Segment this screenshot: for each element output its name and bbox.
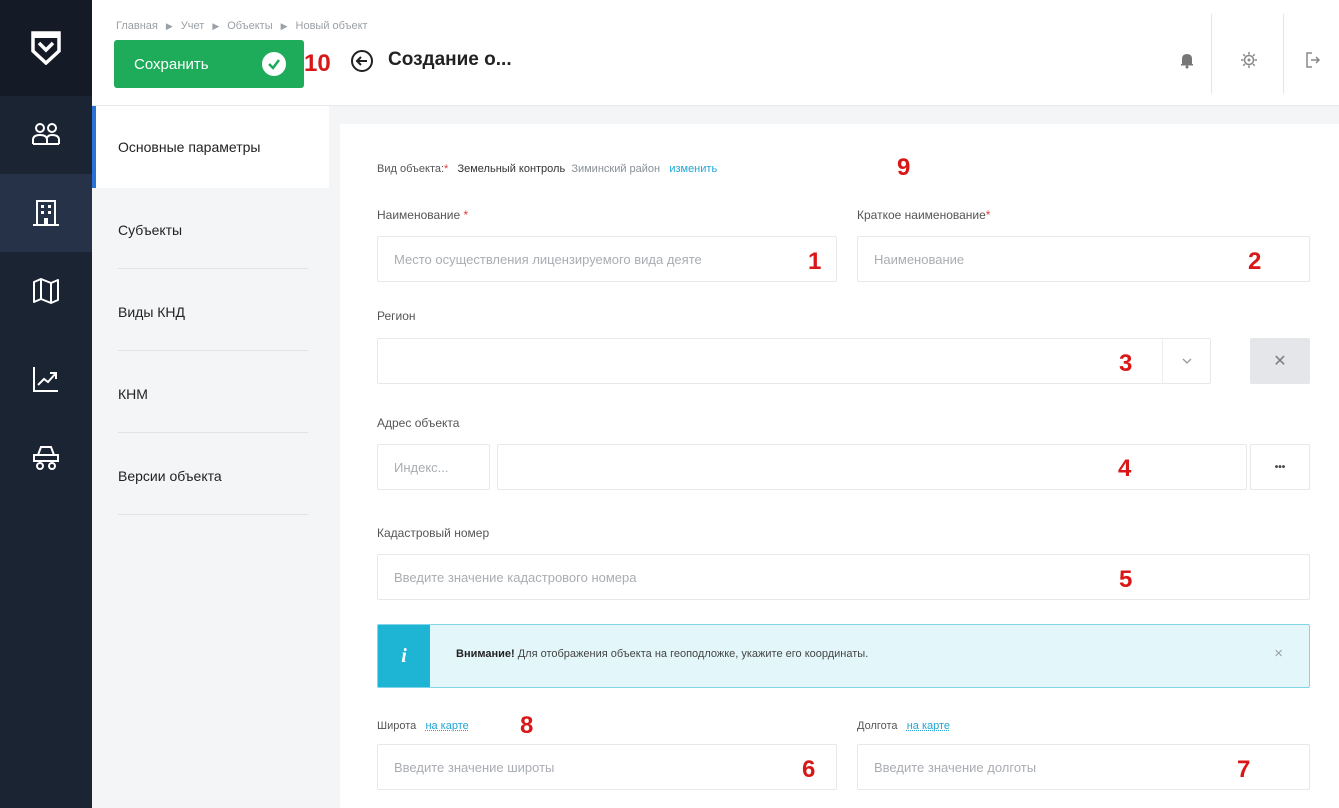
save-button[interactable]: Сохранить: [114, 40, 304, 88]
main-sidebar: [0, 0, 92, 808]
change-object-type-link[interactable]: изменить: [669, 163, 717, 175]
coordinates-alert: i Внимание! Для отображения объекта на г…: [377, 624, 1310, 688]
map-icon: [31, 276, 61, 306]
nav-objects[interactable]: [0, 174, 92, 252]
more-icon: •••: [1275, 462, 1286, 473]
annotation-5: 5: [1119, 568, 1132, 592]
breadcrumb-separator-icon: ▶: [212, 21, 219, 32]
name-label: Наименование *: [377, 208, 468, 222]
info-icon: i: [378, 625, 430, 687]
latitude-field[interactable]: [377, 744, 837, 790]
breadcrumb-objects[interactable]: Объекты: [227, 20, 272, 32]
longitude-label-row: Долгота на карте: [857, 720, 950, 732]
section-tab-knd-types[interactable]: Виды КНД: [92, 271, 329, 353]
breadcrumb-accounting[interactable]: Учет: [181, 20, 205, 32]
required-mark: *: [986, 208, 991, 222]
cadastral-field[interactable]: [377, 554, 1310, 600]
nav-transport[interactable]: [0, 418, 92, 496]
alert-body: Для отображения объекта на геоподложке, …: [515, 648, 869, 660]
annotation-9: 9: [897, 156, 910, 180]
page-title: Создание о...: [388, 49, 512, 71]
postal-index-field[interactable]: [377, 444, 490, 490]
address-field[interactable]: [497, 444, 1247, 490]
settings-icon: [1240, 51, 1258, 69]
short-name-label: Краткое наименование*: [857, 208, 990, 222]
chart-icon: [31, 364, 61, 394]
longitude-map-link[interactable]: на карте: [907, 720, 950, 732]
section-nav: Основные параметры Субъекты Виды КНД КНМ…: [92, 106, 329, 808]
check-icon: [262, 52, 286, 76]
address-label: Адрес объекта: [377, 416, 459, 430]
required-mark: *: [444, 163, 448, 175]
building-icon: [31, 198, 61, 228]
nav-map[interactable]: [0, 252, 92, 330]
nav-analytics[interactable]: [0, 340, 92, 418]
section-tab-subjects[interactable]: Субъекты: [92, 189, 329, 271]
nav-subjects[interactable]: [0, 96, 92, 174]
address-input[interactable]: [498, 445, 1246, 489]
breadcrumb-separator-icon: ▶: [281, 21, 288, 32]
bell-icon: [1178, 51, 1196, 69]
breadcrumb-home[interactable]: Главная: [116, 20, 158, 32]
logout-icon: [1304, 51, 1322, 69]
latitude-map-link[interactable]: на карте: [425, 720, 468, 732]
short-name-input[interactable]: [858, 237, 1309, 281]
required-mark: *: [464, 208, 469, 222]
close-icon: ✕: [1273, 351, 1286, 371]
region-label: Регион: [377, 309, 416, 323]
cadastral-label: Кадастровый номер: [377, 526, 489, 540]
car-icon: [31, 442, 61, 472]
app-logo[interactable]: [0, 0, 92, 96]
region-select[interactable]: [377, 338, 1211, 384]
annotation-4: 4: [1118, 457, 1131, 481]
name-field[interactable]: [377, 236, 837, 282]
region-clear-button[interactable]: ✕: [1250, 338, 1310, 384]
annotation-8: 8: [520, 714, 533, 738]
latitude-input[interactable]: [378, 745, 836, 789]
longitude-label: Долгота: [857, 720, 898, 732]
settings-button[interactable]: [1214, 30, 1284, 90]
annotation-7: 7: [1237, 758, 1250, 782]
divider: [1211, 14, 1212, 94]
shield-logo-icon: [31, 31, 61, 65]
alert-message: Внимание! Для отображения объекта на гео…: [456, 648, 868, 660]
annotation-6: 6: [802, 758, 815, 782]
short-name-field[interactable]: [857, 236, 1310, 282]
breadcrumb: Главная ▶ Учет ▶ Объекты ▶ Новый объект: [116, 20, 368, 32]
chevron-down-icon: [1182, 358, 1192, 364]
object-form: Вид объекта:* Земельный контроль Зиминск…: [340, 124, 1339, 808]
name-input[interactable]: [378, 237, 836, 281]
region-input[interactable]: [378, 339, 1210, 383]
annotation-1: 1: [808, 250, 821, 274]
object-type-label: Вид объекта:: [377, 163, 444, 175]
object-type-row: Вид объекта:* Земельный контроль Зиминск…: [377, 163, 717, 175]
section-tab-versions[interactable]: Версии объекта: [92, 435, 329, 517]
header: Главная ▶ Учет ▶ Объекты ▶ Новый объект …: [92, 0, 1339, 106]
breadcrumb-current: Новый объект: [296, 20, 368, 32]
breadcrumb-separator-icon: ▶: [166, 21, 173, 32]
latitude-label-row: Широта на карте: [377, 720, 469, 732]
short-name-label-text: Краткое наименование: [857, 208, 986, 222]
cadastral-input[interactable]: [378, 555, 1309, 599]
close-icon[interactable]: ×: [1274, 645, 1283, 662]
latitude-label: Широта: [377, 720, 416, 732]
region-dropdown-button[interactable]: [1162, 338, 1211, 384]
annotation-10: 10: [304, 52, 331, 76]
address-more-button[interactable]: •••: [1250, 444, 1310, 490]
back-arrow-icon[interactable]: [350, 49, 374, 73]
save-button-label: Сохранить: [134, 56, 209, 73]
section-tab-main-params[interactable]: Основные параметры: [92, 106, 329, 188]
name-label-text: Наименование: [377, 208, 460, 222]
alert-title: Внимание!: [456, 648, 515, 660]
object-type-district: Зиминский район: [571, 163, 660, 175]
annotation-2: 2: [1248, 250, 1261, 274]
users-icon: [31, 120, 61, 150]
postal-index-input[interactable]: [378, 445, 489, 489]
annotation-3: 3: [1119, 352, 1132, 376]
logout-button[interactable]: [1278, 30, 1339, 90]
section-tab-knm[interactable]: КНМ: [92, 353, 329, 435]
object-type-value: Земельный контроль: [457, 163, 565, 175]
